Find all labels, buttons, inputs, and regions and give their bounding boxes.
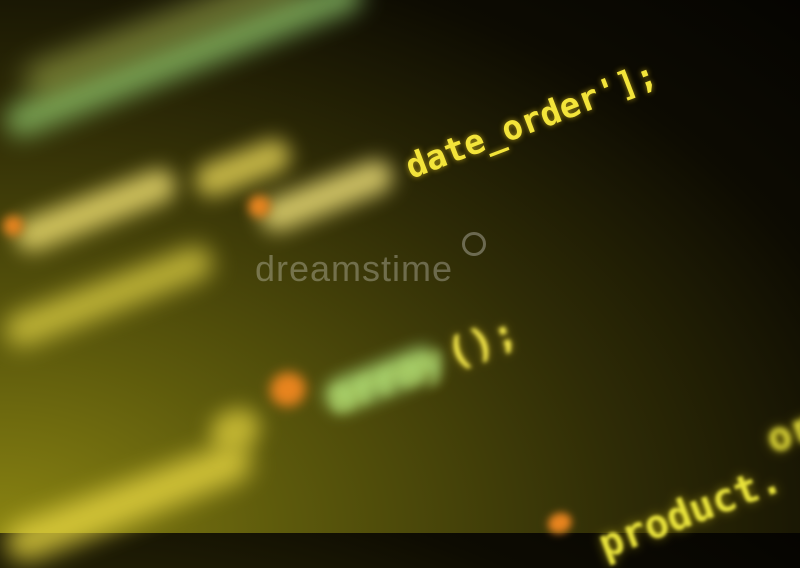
watermark: dreamstime xyxy=(255,248,454,289)
blurred-code-line xyxy=(190,134,296,202)
code-date-order: date_order']; xyxy=(400,54,663,188)
blurred-code-line xyxy=(0,241,218,352)
orange-dot xyxy=(265,367,311,412)
blurred-code-line xyxy=(0,436,258,568)
blurred-code-line xyxy=(10,164,181,257)
code-screen-photo: date_order']; array (); product. ord dre… xyxy=(0,0,800,568)
watermark-logo-icon xyxy=(462,232,486,256)
code-array-call: (); xyxy=(440,309,524,378)
code-product-suffix: ord xyxy=(760,394,800,463)
code-product: product. xyxy=(592,455,789,568)
code-array-word: array xyxy=(322,336,451,423)
